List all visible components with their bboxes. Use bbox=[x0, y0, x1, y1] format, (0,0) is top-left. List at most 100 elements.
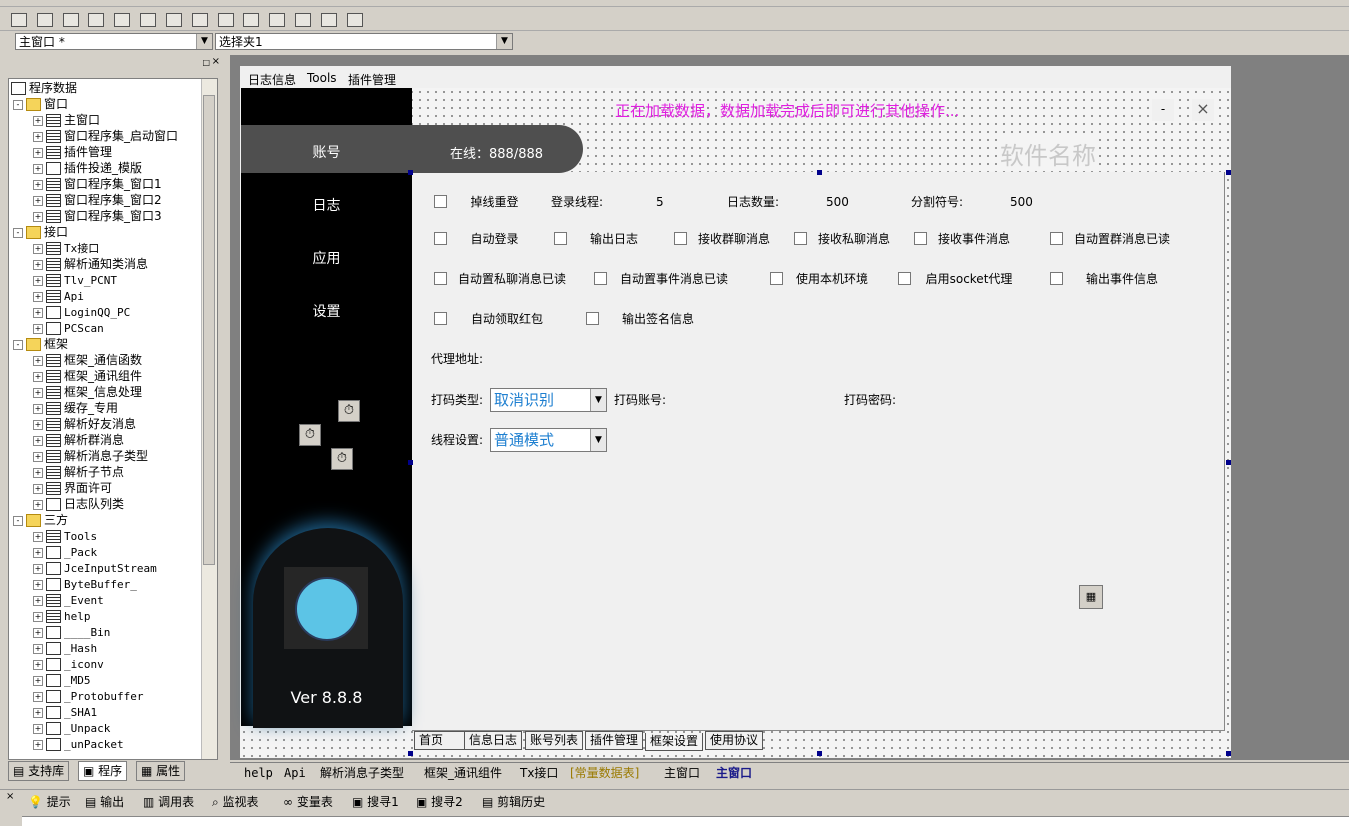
tree-item[interactable]: + _Protobuffer bbox=[33, 688, 143, 704]
align-right-icon[interactable] bbox=[62, 12, 79, 27]
output-close-icon[interactable]: × bbox=[6, 791, 14, 802]
tab-home[interactable]: 首页 bbox=[414, 731, 465, 750]
tree-item[interactable]: + JceInputStream bbox=[33, 560, 157, 576]
expand-icon[interactable]: + bbox=[33, 707, 43, 718]
captcha-type-select[interactable]: 取消识别 ▼ bbox=[490, 388, 607, 412]
expand-icon[interactable]: + bbox=[33, 387, 43, 398]
expand-icon[interactable]: + bbox=[33, 323, 43, 334]
collapse-icon[interactable]: - bbox=[13, 227, 23, 238]
expand-icon[interactable]: + bbox=[33, 611, 43, 622]
nav-settings[interactable]: 设置 bbox=[241, 301, 412, 321]
selection-handle[interactable] bbox=[1226, 460, 1231, 465]
expand-icon[interactable]: + bbox=[33, 259, 43, 270]
window-icon[interactable] bbox=[11, 12, 27, 27]
close-button[interactable]: × bbox=[1192, 99, 1214, 121]
hint-button[interactable]: 💡 提示 bbox=[28, 793, 71, 811]
fit-width-icon[interactable] bbox=[295, 12, 312, 27]
window-select[interactable]: 主窗口 * ▼ bbox=[15, 33, 213, 50]
login-threads-value[interactable]: 5 bbox=[656, 195, 664, 209]
checkbox-receive-private[interactable]: 接收私聊消息 bbox=[790, 224, 904, 254]
checkbox-red-packet[interactable]: 自动领取红包 bbox=[430, 304, 570, 334]
tab-support-library[interactable]: ▤ 支持库 bbox=[8, 761, 70, 781]
editor-tab-tx[interactable]: Tx接口 bbox=[520, 765, 558, 781]
search2-button[interactable]: ▣ 搜寻2 bbox=[416, 793, 463, 811]
expand-icon[interactable]: + bbox=[33, 643, 43, 654]
watch-table-button[interactable]: ⌕ 监视表 bbox=[212, 793, 259, 811]
search1-button[interactable]: ▣ 搜寻1 bbox=[352, 793, 399, 811]
tree-folder[interactable]: - 框架 bbox=[13, 336, 68, 352]
tree-item[interactable]: + 插件管理 bbox=[33, 144, 112, 160]
tab-info-log[interactable]: 信息日志 bbox=[464, 731, 523, 750]
selection-handle[interactable] bbox=[1226, 751, 1231, 756]
tree-item[interactable]: + Api bbox=[33, 288, 84, 304]
tree-item[interactable]: + _SHA1 bbox=[33, 704, 97, 720]
editor-tab-const-table[interactable]: [常量数据表] bbox=[570, 765, 639, 781]
tree-item[interactable]: + 解析好友消息 bbox=[33, 416, 136, 432]
align-left-icon[interactable] bbox=[36, 12, 53, 27]
expand-icon[interactable]: + bbox=[33, 403, 43, 414]
tab-framework-settings[interactable]: 框架设置 bbox=[645, 733, 704, 751]
selection-handle[interactable] bbox=[817, 751, 822, 756]
editor-tab-help[interactable]: help bbox=[244, 765, 273, 781]
tree-item[interactable]: + _Unpack bbox=[33, 720, 110, 736]
selection-handle[interactable] bbox=[1226, 170, 1231, 175]
tree-item[interactable]: + ByteBuffer_ bbox=[33, 576, 137, 592]
tab-properties[interactable]: ▦ 属性 bbox=[136, 761, 186, 781]
expand-icon[interactable]: + bbox=[33, 723, 43, 734]
tree-item[interactable]: + 界面许可 bbox=[33, 480, 112, 496]
expand-icon[interactable]: + bbox=[33, 371, 43, 382]
checkbox-auto-read-event[interactable]: 自动置事件消息已读 bbox=[590, 264, 744, 294]
thread-setting-select[interactable]: 普通模式 ▼ bbox=[490, 428, 607, 452]
expand-icon[interactable]: + bbox=[33, 435, 43, 446]
tree-item[interactable]: + 窗口程序集_窗口3 bbox=[33, 208, 162, 224]
selection-handle[interactable] bbox=[408, 460, 413, 465]
expand-icon[interactable]: + bbox=[33, 163, 43, 174]
tree-item[interactable]: + 解析通知类消息 bbox=[33, 256, 148, 272]
expand-icon[interactable]: + bbox=[33, 195, 43, 206]
tree-item[interactable]: + LoginQQ_PC bbox=[33, 304, 130, 320]
tree-item[interactable]: + PCScan bbox=[33, 320, 104, 336]
checkbox-output-sign[interactable]: 输出签名信息 bbox=[582, 304, 720, 334]
output-button[interactable]: ▤ 输出 bbox=[85, 793, 124, 811]
fit-height-icon[interactable] bbox=[320, 12, 337, 27]
expand-icon[interactable]: + bbox=[33, 211, 43, 222]
tab-account-list[interactable]: 账号列表 bbox=[525, 731, 584, 750]
editor-tab-main-window[interactable]: 主窗口 bbox=[664, 765, 700, 781]
timer-icon[interactable]: ⏱ bbox=[331, 448, 353, 470]
expand-icon[interactable]: + bbox=[33, 691, 43, 702]
tree-item[interactable]: + 插件投递_模版 bbox=[33, 160, 142, 176]
tree-item[interactable]: + 主窗口 bbox=[33, 112, 100, 128]
expand-icon[interactable]: + bbox=[33, 115, 43, 126]
expand-icon[interactable]: + bbox=[33, 147, 43, 158]
expand-icon[interactable]: + bbox=[33, 275, 43, 286]
menu-tools[interactable]: Tools bbox=[307, 71, 337, 85]
tree-folder[interactable]: - 三方 bbox=[13, 512, 68, 528]
tree-item[interactable]: + help bbox=[33, 608, 91, 624]
expand-icon[interactable]: + bbox=[33, 531, 43, 542]
align-bottom-icon[interactable] bbox=[114, 12, 131, 27]
chevron-down-icon[interactable]: ▼ bbox=[496, 34, 512, 49]
same-width-icon[interactable] bbox=[191, 12, 208, 27]
tree-scrollbar-thumb[interactable] bbox=[203, 95, 215, 565]
checkbox-auto-read-private[interactable]: 自动置私聊消息已读 bbox=[430, 264, 580, 294]
selection-handle[interactable] bbox=[408, 170, 413, 175]
expand-icon[interactable]: + bbox=[33, 451, 43, 462]
tab-usage-agreement[interactable]: 使用协议 bbox=[705, 731, 764, 750]
expand-icon[interactable]: + bbox=[33, 579, 43, 590]
tree-item[interactable]: + 窗口程序集_启动窗口 bbox=[33, 128, 178, 144]
tree-item[interactable]: + Tools bbox=[33, 528, 97, 544]
expand-icon[interactable]: + bbox=[33, 563, 43, 574]
tree-folder[interactable]: - 窗口 bbox=[13, 96, 68, 112]
selection-handle[interactable] bbox=[408, 751, 413, 756]
expand-icon[interactable]: + bbox=[33, 307, 43, 318]
expand-icon[interactable]: + bbox=[33, 131, 43, 142]
expand-icon[interactable]: + bbox=[33, 547, 43, 558]
tree-item[interactable]: + _Pack bbox=[33, 544, 97, 560]
checkbox-auto-login[interactable]: 自动登录 bbox=[430, 224, 545, 254]
tree-item[interactable]: + 解析群消息 bbox=[33, 432, 124, 448]
separator-value[interactable]: 500 bbox=[1010, 195, 1033, 209]
checkbox-output-log[interactable]: 输出日志 bbox=[550, 224, 664, 254]
clip-history-button[interactable]: ▤ 剪辑历史 bbox=[482, 793, 545, 811]
tree-item[interactable]: + 窗口程序集_窗口2 bbox=[33, 192, 162, 208]
nav-apps[interactable]: 应用 bbox=[241, 248, 412, 268]
